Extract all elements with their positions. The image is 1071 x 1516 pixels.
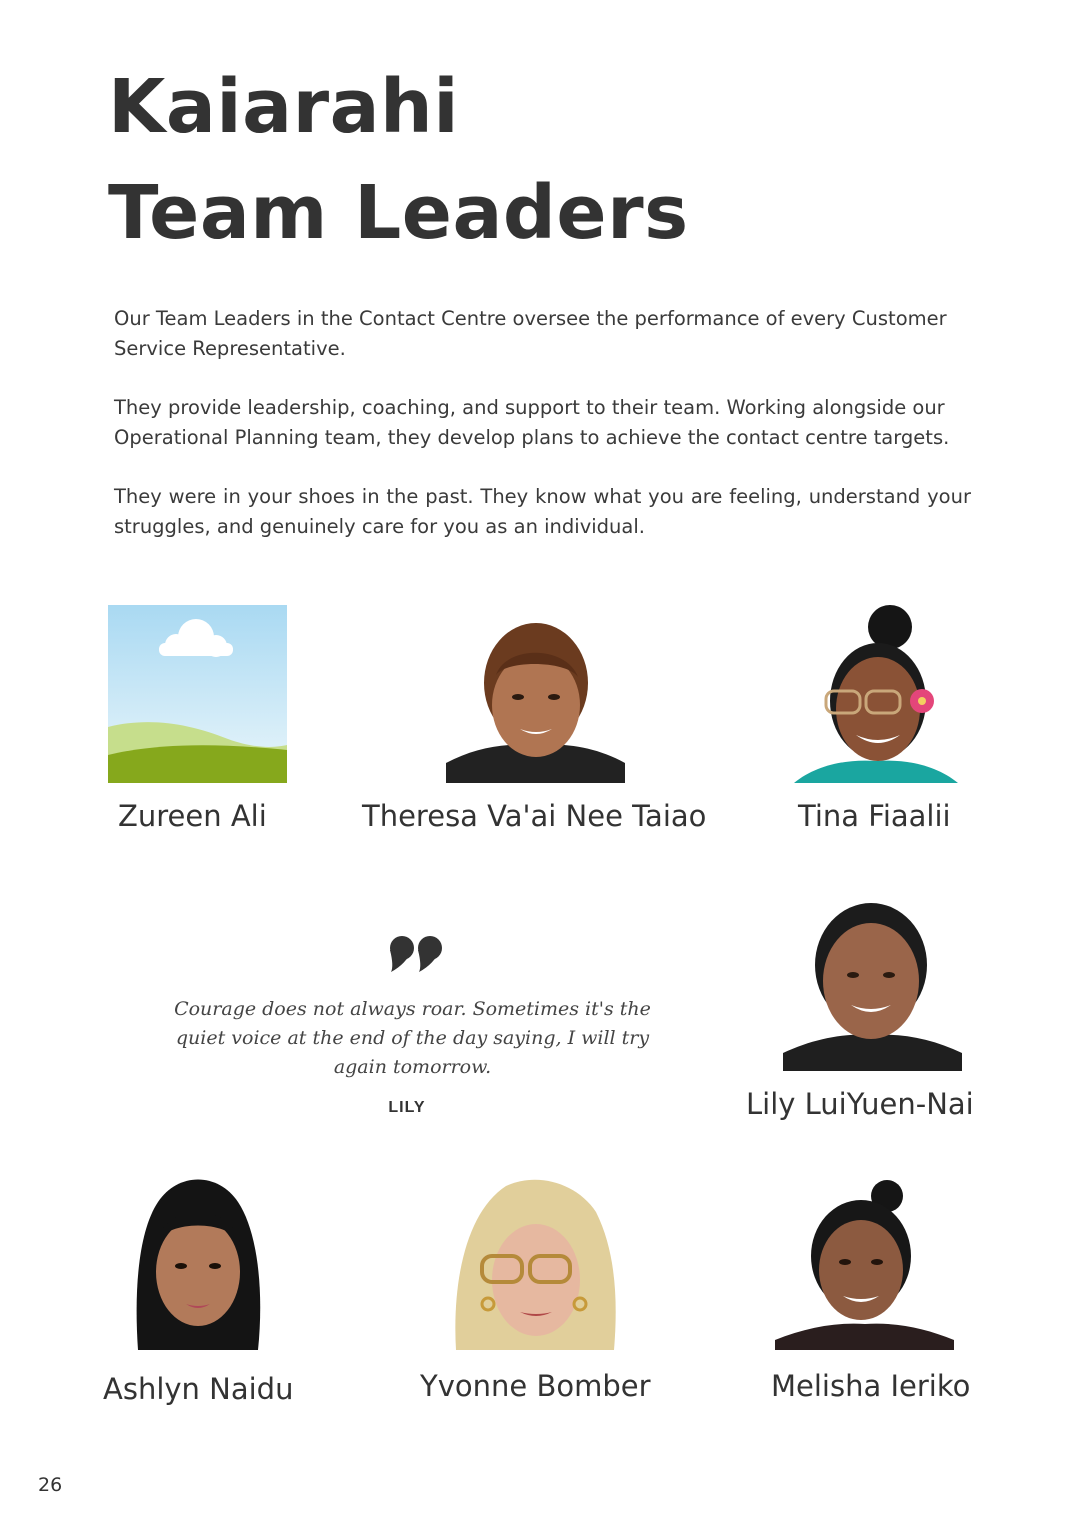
portrait-melisha (775, 1172, 954, 1350)
name-yvonne-bomber: Yvonne Bomber (420, 1369, 651, 1403)
name-melisha-ieriko: Melisha Ieriko (771, 1369, 971, 1403)
portrait-ashlyn (108, 1172, 287, 1350)
intro-paragraph-3: They were in your shoes in the past. The… (114, 485, 971, 538)
page-title-line-1: Kaiarahi (108, 64, 460, 150)
portrait-theresa (446, 605, 625, 783)
portrait-tina (786, 605, 965, 783)
quote-author: LILY (388, 1099, 426, 1116)
name-lily-luiyuen-nai: Lily LuiYuen-Nai (746, 1087, 974, 1121)
placeholder-image-icon (108, 605, 287, 783)
portrait-lily (783, 893, 962, 1071)
page-number: 26 (38, 1474, 63, 1496)
name-zureen-ali: Zureen Ali (118, 799, 267, 833)
name-theresa: Theresa Va'ai Nee Taiao (362, 799, 707, 833)
name-ashlyn-naidu: Ashlyn Naidu (103, 1372, 294, 1406)
page-title-line-2: Team Leaders (108, 170, 689, 256)
quote-icon (390, 936, 442, 972)
intro-paragraph-2: They provide leadership, coaching, and s… (114, 396, 950, 449)
quote-text: Courage does not always roar. Sometimes … (174, 998, 651, 1078)
name-tina-fiaalii: Tina Fiaalii (798, 799, 951, 833)
portrait-yvonne (446, 1172, 625, 1350)
intro-paragraph-1: Our Team Leaders in the Contact Centre o… (114, 307, 947, 360)
